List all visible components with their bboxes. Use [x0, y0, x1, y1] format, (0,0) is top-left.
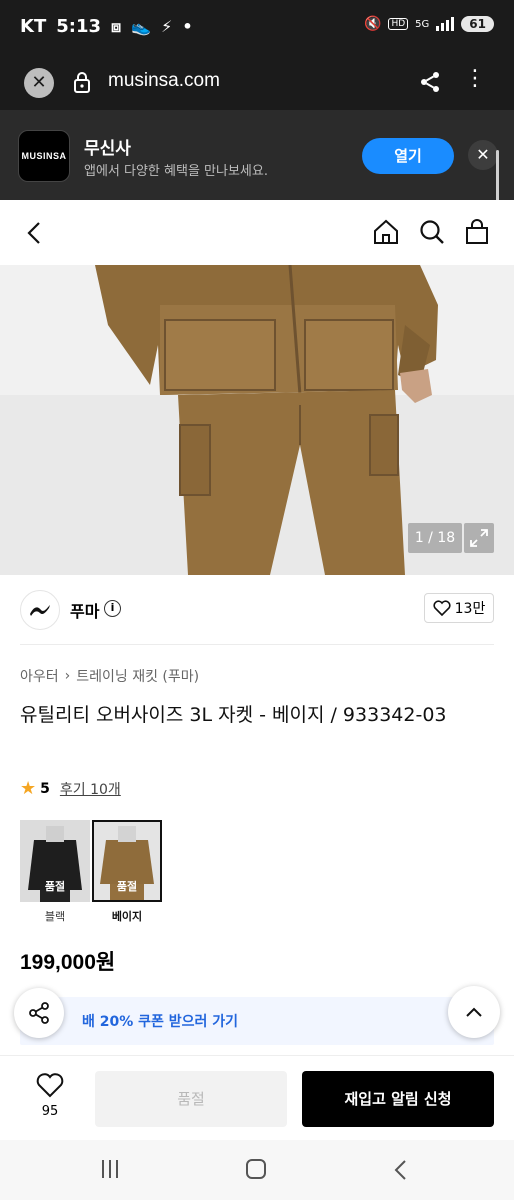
app-logo: MUSINSA — [18, 130, 70, 182]
app-description: 앱에서 다양한 혜택을 만나보세요. — [84, 164, 268, 179]
close-banner-button[interactable]: ✕ — [468, 140, 498, 170]
share-fab-button[interactable] — [14, 988, 64, 1038]
star-icon: ★ — [20, 778, 37, 799]
signal-icon — [436, 17, 455, 31]
swatch-label-beige: 베이지 — [111, 910, 143, 923]
brand-name[interactable]: 푸마 — [70, 598, 99, 622]
shopping-bag-icon[interactable] — [463, 218, 491, 250]
product-image-carousel[interactable]: 1 / 18 — [0, 265, 514, 575]
search-icon[interactable] — [418, 218, 446, 250]
url-text[interactable]: musinsa.com — [108, 70, 220, 92]
product-title: 유틸리티 오버사이즈 3L 자켓 - 베이지 / 933342-03 — [20, 704, 447, 726]
breadcrumb-category[interactable]: 아우터 — [20, 666, 59, 686]
image-counter: 1 / 18 — [408, 523, 462, 553]
close-tab-button[interactable]: ✕ — [24, 68, 54, 98]
product-price: 199,000원 — [20, 951, 116, 974]
heart-icon — [36, 1073, 64, 1098]
system-nav-bar — [0, 1140, 514, 1200]
expand-icon[interactable] — [464, 523, 494, 553]
lock-icon[interactable] — [72, 70, 92, 98]
clock: 5:13 — [56, 16, 102, 37]
reviews-link[interactable]: 후기 10개 — [60, 779, 121, 799]
like-button[interactable]: 95 — [24, 1072, 76, 1128]
brand-like-count: 13만 — [454, 601, 486, 617]
chevron-up-icon — [466, 1007, 482, 1017]
browser-toolbar: ✕ musinsa.com ⋮ — [0, 56, 514, 110]
heart-icon — [433, 600, 451, 616]
breadcrumb-subcategory[interactable]: 트레이닝 재킷 (푸마) — [76, 666, 199, 686]
coupon-text: 배 20% 쿠폰 받으러 가기 — [82, 1014, 239, 1030]
home-icon[interactable] — [372, 218, 400, 250]
swatch-label-black: 블랙 — [44, 910, 66, 923]
bolt-icon: ⚡ — [161, 17, 173, 36]
hd-label: HD — [388, 18, 409, 30]
color-swatch-black[interactable]: 품절 — [20, 820, 90, 902]
back-nav-icon[interactable] — [392, 1158, 410, 1186]
status-bar: KT 5:13 ⧈ 👟 ⚡ • 🔇 HD 5G 61 — [0, 0, 514, 56]
share-icon[interactable] — [418, 70, 442, 98]
app-install-banner: MUSINSA 무신사 앱에서 다양한 혜택을 만나보세요. 열기 ✕ — [0, 110, 514, 200]
like-count: 95 — [41, 1104, 59, 1119]
divider — [20, 644, 494, 645]
color-swatch-beige[interactable]: 품절 — [92, 820, 162, 902]
share-icon — [29, 1002, 49, 1024]
screenshot-icon: ⧈ — [111, 16, 122, 36]
home-nav-icon[interactable] — [246, 1159, 266, 1179]
battery-indicator: 61 — [461, 16, 494, 32]
page-header — [0, 200, 514, 265]
coupon-banner[interactable]: 배 20% 쿠폰 받으러 가기 — [20, 997, 494, 1045]
shoe-icon: 👟 — [131, 17, 152, 36]
purchase-action-bar: 95 품절 재입고 알림 신청 — [0, 1055, 514, 1140]
info-icon[interactable]: i — [104, 600, 121, 617]
restock-notify-button[interactable]: 재입고 알림 신청 — [302, 1071, 494, 1127]
app-name: 무신사 — [84, 139, 131, 159]
breadcrumb: 아우터 › 트레이닝 재킷 (푸마) — [20, 666, 199, 686]
mute-icon: 🔇 — [364, 16, 382, 32]
recent-apps-icon[interactable] — [102, 1160, 118, 1178]
swatch-soldout-label: 품절 — [116, 880, 138, 893]
network-label: 5G — [415, 18, 430, 30]
rating-score: 5 — [40, 780, 50, 797]
scroll-top-button[interactable] — [448, 986, 500, 1038]
puma-logo-icon — [30, 605, 50, 616]
brand-like-button[interactable]: 13만 — [424, 593, 494, 623]
soldout-button: 품절 — [95, 1071, 287, 1127]
brand-logo[interactable] — [20, 590, 60, 630]
more-menu-icon[interactable]: ⋮ — [464, 68, 486, 90]
rating-row: ★ 5 후기 10개 — [20, 778, 121, 799]
chevron-right-icon: › — [64, 668, 71, 684]
carrier-label: KT — [20, 16, 47, 37]
back-arrow-icon[interactable] — [22, 220, 48, 250]
dot-icon: • — [182, 17, 193, 36]
swatch-soldout-label: 품절 — [44, 880, 66, 893]
open-app-button[interactable]: 열기 — [362, 138, 454, 174]
